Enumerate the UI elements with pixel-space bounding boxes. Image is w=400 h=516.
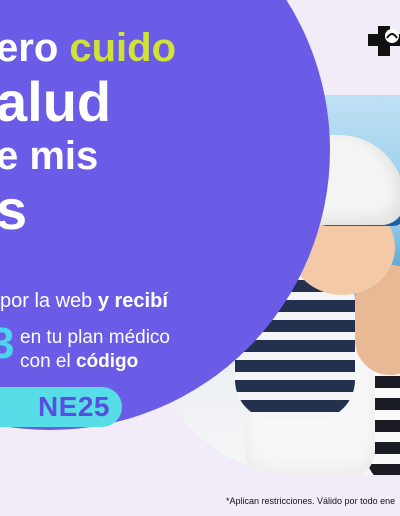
headline-line-2: alud (0, 70, 112, 133)
discount-value: 3 (0, 319, 15, 368)
headline: ero cuido alud e mis s (0, 28, 176, 238)
promo-line-2: en tu plan médico (20, 327, 170, 348)
disclaimer: *Aplican restricciones. Válido por todo … (226, 496, 396, 506)
promo-line-1-regular: por la web (0, 290, 93, 312)
promo-banner[interactable]: ero cuido alud e mis s por la web y reci… (0, 0, 400, 516)
headline-line-1-prefix: ero (0, 26, 59, 70)
headline-highlight: cuido (69, 26, 177, 70)
promo-line-3-regular: con el (20, 350, 71, 372)
promo-line-3-bold: código (75, 350, 139, 372)
promo-code: NE25 (37, 391, 110, 422)
promo-line-3: con el código (20, 350, 170, 374)
headline-line-4: s (0, 178, 28, 241)
medical-cross-logo-icon (368, 26, 400, 56)
promo-lines: en tu plan médico con el código (20, 326, 170, 374)
promo-line-1: por la web y recibí (0, 290, 168, 313)
promo-code-badge[interactable]: NE25 (0, 387, 122, 427)
promo-line-1-bold: y recibí (97, 290, 168, 312)
headline-line-1: ero cuido (0, 28, 176, 68)
headline-line-3: e mis (0, 134, 99, 178)
